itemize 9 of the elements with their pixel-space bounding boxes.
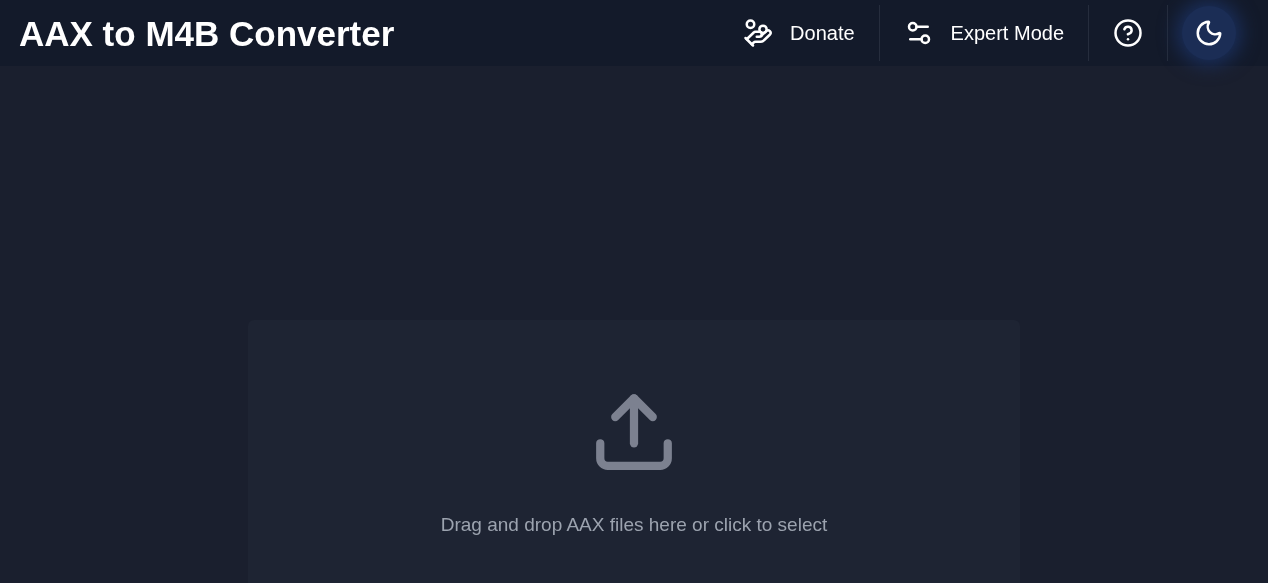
help-icon [1113, 18, 1143, 48]
moon-icon [1194, 18, 1224, 48]
nav-button[interactable]: Donate [719, 9, 879, 57]
file-dropzone[interactable]: Drag and drop AAX files here or click to select [248, 320, 1020, 583]
app-title: AAX to M4B Converter [19, 15, 395, 51]
donate-hand-icon [743, 18, 774, 48]
nav-button[interactable]: Expert Mode [879, 9, 1088, 57]
theme-toggle-button[interactable] [1182, 6, 1236, 60]
dropzone-instructions: Drag and drop AAX files here or click to select [440, 513, 828, 537]
